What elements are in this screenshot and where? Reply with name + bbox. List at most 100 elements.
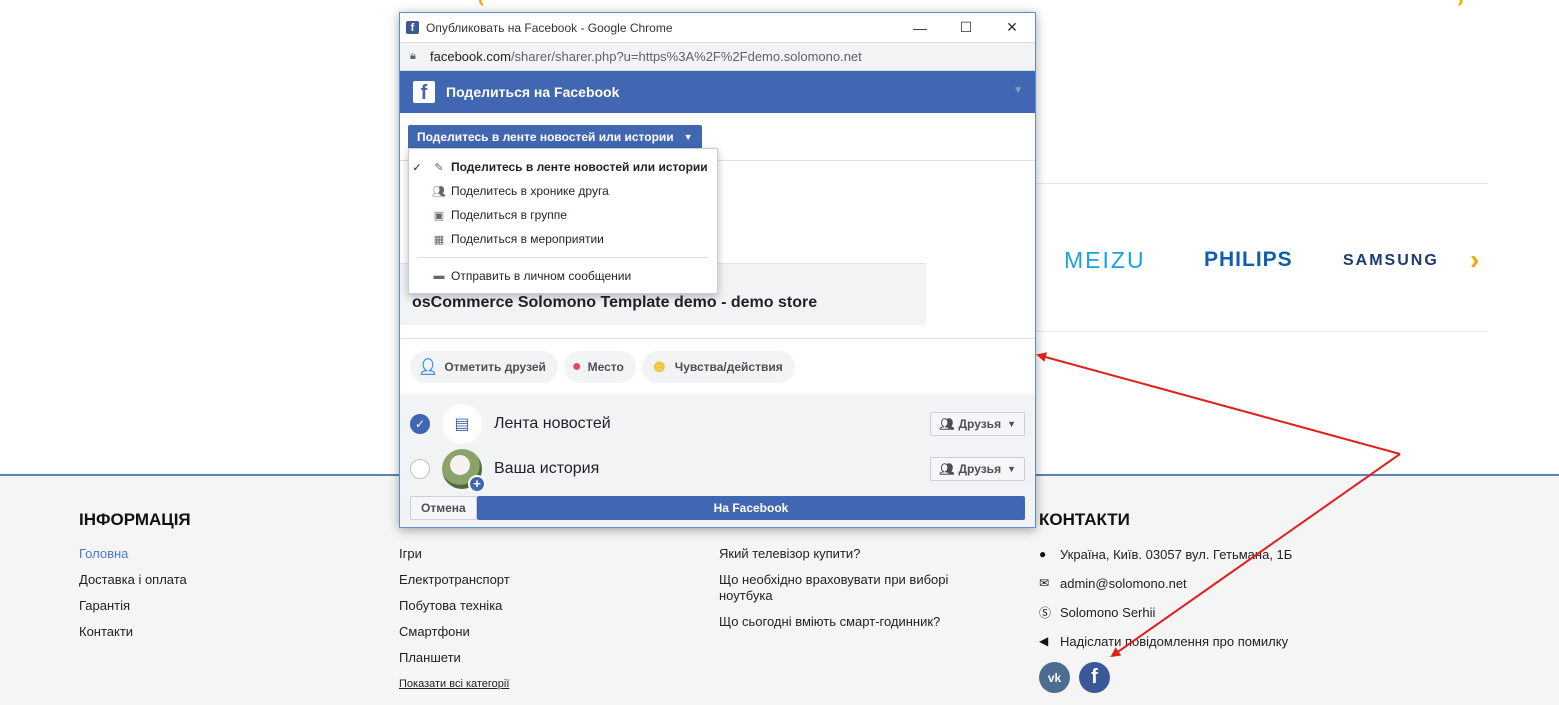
smiley-icon: ☻ — [649, 356, 669, 376]
group-icon: ▣ — [433, 209, 445, 222]
brand-logo-philips[interactable]: PHILIPS — [1204, 248, 1293, 272]
message-icon: ▬ — [433, 270, 445, 282]
contact-address: ● Україна, Київ. 03057 вул. Гетьмана, 1Б — [1039, 546, 1292, 562]
skype-icon: Ⓢ — [1039, 605, 1052, 620]
envelope-icon: ✉ — [1039, 576, 1050, 590]
footer-link-home[interactable]: Головна — [79, 546, 191, 562]
url-domain: facebook.com — [430, 49, 511, 64]
friends-icon: 👥︎ — [939, 417, 955, 431]
maximize-icon[interactable]: ☐ — [943, 13, 989, 43]
minimize-icon[interactable]: — — [897, 13, 943, 43]
close-icon[interactable]: ✕ — [989, 13, 1035, 43]
news-feed-checkbox[interactable]: ✓ — [410, 414, 430, 434]
friends-icon: 👥︎ — [939, 462, 955, 476]
contact-email-text[interactable]: admin@solomono.net — [1060, 576, 1187, 591]
footer-info-title: ІНФОРМАЦІЯ — [79, 510, 191, 529]
footer-link-smartphones[interactable]: Смартфони — [399, 624, 510, 640]
composer-actions: 👤︎ Отметить друзей ● Место ☻ Чувства/дей… — [400, 339, 1035, 394]
footer-link-appliances[interactable]: Побутова техніка — [399, 598, 510, 614]
vk-icon[interactable]: vk — [1039, 662, 1070, 693]
menu-item-group[interactable]: ▣ Поделиться в группе — [409, 203, 717, 227]
post-to-facebook-button[interactable]: На Facebook — [477, 496, 1025, 520]
footer-article-link[interactable]: Який телевізор купити? — [719, 546, 979, 562]
feelings-button[interactable]: ☻ Чувства/действия — [641, 350, 795, 383]
facebook-share-popup-window: f Опубликовать на Facebook - Google Chro… — [399, 12, 1036, 528]
popup-footer: Отмена На Facebook — [400, 491, 1035, 527]
destination-story[interactable]: + Ваша история 👥︎ Друзья ▼ — [400, 449, 1035, 493]
destination-news-feed[interactable]: ✓ ▤ Лента новостей 👥︎ Друзья ▼ — [400, 404, 1035, 444]
edit-icon: ✎ — [434, 161, 444, 174]
menu-item-private-message[interactable]: ▬ Отправить в личном сообщении — [409, 264, 717, 288]
contact-email[interactable]: ✉ admin@solomono.net — [1039, 575, 1292, 591]
brand-logo-samsung[interactable]: SAMSUNG — [1343, 252, 1439, 270]
feelings-label: Чувства/действия — [674, 359, 783, 374]
menu-item-label: Отправить в личном сообщении — [451, 269, 632, 283]
friends-icon: 👥︎ — [432, 185, 446, 198]
news-feed-icon: ▤ — [442, 404, 482, 444]
story-avatar: + — [442, 449, 486, 493]
calendar-icon: ▦ — [433, 233, 445, 246]
contact-report-text[interactable]: Надіслати повідомлення про помилку — [1060, 634, 1288, 649]
menu-item-friend-timeline[interactable]: 👥︎ Поделитесь в хронике друга — [409, 179, 717, 203]
menu-item-label: Поделитесь в хронике друга — [451, 184, 609, 198]
share-header: f Поделиться на Facebook ▼ — [400, 71, 1035, 113]
menu-item-news-feed[interactable]: ✓ ✎ Поделитесь в ленте новостей или исто… — [409, 155, 717, 179]
footer-info-column: ІНФОРМАЦІЯ Головна Доставка і оплата Гар… — [79, 510, 191, 650]
tag-friends-button[interactable]: 👤︎ Отметить друзей — [410, 350, 558, 383]
facebook-logo-icon: f — [413, 81, 435, 103]
window-title: Опубликовать на Facebook - Google Chrome — [426, 20, 673, 35]
news-feed-label: Лента новостей — [494, 415, 611, 432]
share-target-menu: ✓ ✎ Поделитесь в ленте новостей или исто… — [408, 148, 718, 294]
place-button[interactable]: ● Место — [563, 350, 636, 383]
footer-link-warranty[interactable]: Гарантія — [79, 598, 191, 614]
share-target-dropdown[interactable]: Поделитесь в ленте новостей или истории … — [408, 125, 702, 149]
place-label: Место — [587, 359, 624, 374]
contact-skype-text[interactable]: Solomono Serhii — [1060, 605, 1155, 620]
story-checkbox[interactable] — [410, 459, 430, 479]
facebook-favicon-icon: f — [406, 21, 419, 34]
caret-down-icon: ▼ — [1007, 419, 1016, 429]
footer-categories-column: Ігри Електротранспорт Побутова техніка С… — [399, 510, 510, 702]
story-label: Ваша история — [494, 460, 600, 477]
share-header-title: Поделиться на Facebook — [446, 84, 620, 100]
audience-label: Друзья — [958, 417, 1002, 431]
chevron-down-icon[interactable]: ▼ — [1013, 85, 1023, 96]
contact-report-error[interactable]: ◀ Надіслати повідомлення про помилку — [1039, 633, 1292, 649]
contact-skype[interactable]: Ⓢ Solomono Serhii — [1039, 604, 1292, 620]
window-titlebar[interactable]: f Опубликовать на Facebook - Google Chro… — [400, 13, 1035, 43]
footer-contacts-column: КОНТАКТИ ● Україна, Київ. 03057 вул. Гет… — [1039, 510, 1292, 693]
brand-carousel: MEIZU PHILIPS SAMSUNG › — [1036, 183, 1488, 332]
page: ‹ › MEIZU PHILIPS SAMSUNG › ІНФОРМАЦІЯ Г… — [0, 0, 1559, 705]
footer-contacts-title: КОНТАКТИ — [1039, 510, 1130, 529]
tag-friends-icon: 👤︎ — [418, 358, 439, 376]
footer-link-games[interactable]: Ігри — [399, 546, 510, 562]
map-pin-icon: ● — [571, 357, 582, 375]
annotation-arrow-to-popup — [1036, 352, 1401, 455]
lock-icon: 🔒︎ — [410, 50, 416, 62]
brand-logo-meizu[interactable]: MEIZU — [1064, 247, 1146, 274]
menu-item-event[interactable]: ▦ Поделиться в мероприятии — [409, 227, 717, 251]
footer-article-link[interactable]: Що необхідно враховувати при виборі ноут… — [719, 572, 979, 604]
share-destinations: ✓ ▤ Лента новостей 👥︎ Друзья ▼ + Ваша ис… — [400, 394, 1035, 493]
footer-link-all-categories[interactable]: Показати всі категорії — [399, 676, 510, 692]
social-links: vk f — [1039, 662, 1292, 693]
tag-friends-label: Отметить друзей — [444, 359, 546, 374]
menu-item-label: Поделитесь в ленте новостей или истории — [451, 160, 708, 174]
link-preview-title: osCommerce Solomono Template demo - demo… — [412, 294, 818, 311]
megaphone-icon: ◀ — [1039, 634, 1049, 648]
story-audience-dropdown[interactable]: 👥︎ Друзья ▼ — [930, 457, 1025, 481]
brand-next-arrow-icon[interactable]: › — [1470, 244, 1479, 276]
footer-link-e-transport[interactable]: Електротранспорт — [399, 572, 510, 588]
address-bar[interactable]: 🔒︎ facebook.com/sharer/sharer.php?u=http… — [400, 43, 1035, 71]
facebook-icon[interactable]: f — [1079, 662, 1110, 693]
footer-link-contacts[interactable]: Контакти — [79, 624, 191, 640]
carousel-next-arrow-icon[interactable]: › — [1457, 0, 1464, 13]
caret-down-icon: ▼ — [1007, 464, 1016, 474]
footer-link-delivery[interactable]: Доставка і оплата — [79, 572, 191, 588]
footer-link-tablets[interactable]: Планшети — [399, 650, 510, 666]
checkmark-icon: ✓ — [412, 161, 422, 174]
footer-article-link[interactable]: Що сьогодні вміють смарт-годинник? — [719, 614, 979, 630]
cancel-button[interactable]: Отмена — [410, 496, 477, 520]
menu-item-label: Поделиться в группе — [451, 208, 567, 222]
news-feed-audience-dropdown[interactable]: 👥︎ Друзья ▼ — [930, 412, 1025, 436]
